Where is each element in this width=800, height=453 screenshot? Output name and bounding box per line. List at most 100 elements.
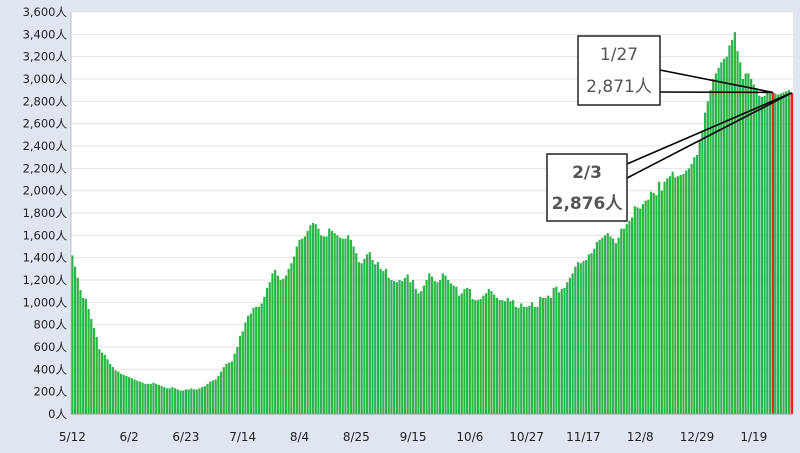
bar	[395, 282, 398, 414]
bar	[287, 268, 290, 414]
y-tick-label: 800人	[34, 318, 68, 332]
bar	[571, 273, 574, 414]
bar	[393, 281, 396, 414]
bar	[601, 237, 604, 414]
bar	[590, 253, 593, 414]
bar	[503, 301, 507, 414]
bar	[82, 297, 85, 414]
bar	[682, 173, 685, 414]
bar	[447, 280, 450, 414]
bar	[168, 388, 171, 414]
bar	[201, 387, 204, 414]
bar	[760, 96, 764, 415]
bar	[749, 79, 753, 414]
bar	[125, 376, 128, 414]
bar	[668, 176, 672, 414]
bar	[222, 367, 225, 414]
bar	[620, 228, 623, 414]
bar	[479, 298, 482, 414]
bar	[87, 309, 90, 414]
bar	[557, 292, 561, 414]
bar	[641, 204, 645, 414]
bar	[720, 62, 723, 414]
bar	[785, 91, 788, 414]
bar	[79, 290, 82, 414]
callout-2-3-date: 2/3	[572, 163, 602, 183]
x-tick-label: 11/17	[566, 430, 601, 444]
bar	[695, 154, 699, 414]
bar	[401, 281, 404, 414]
bar	[541, 297, 544, 414]
bar	[449, 283, 453, 414]
bar	[744, 73, 747, 415]
bar	[309, 225, 312, 414]
bar	[255, 306, 258, 414]
bar	[165, 388, 169, 414]
bar	[693, 157, 696, 415]
bar	[336, 235, 339, 414]
y-axis: 0人 200人 400人 600人 800人 1,000人 1,200人 1,400人 1,60…	[23, 5, 72, 421]
bar	[457, 295, 461, 414]
bar	[566, 282, 569, 414]
bar	[476, 300, 480, 414]
bar	[539, 296, 542, 414]
bar	[103, 354, 106, 414]
bar	[271, 273, 274, 414]
bar	[766, 92, 769, 415]
bar	[430, 276, 434, 414]
chart: 0人 200人 400人 600人 800人 1,000人 1,200人 1,400人 1,60…	[0, 0, 800, 453]
bar	[763, 95, 766, 414]
bar	[674, 177, 677, 414]
bar	[452, 285, 455, 414]
bar	[95, 336, 98, 414]
bar	[679, 175, 682, 414]
bar	[779, 93, 782, 415]
bar	[525, 306, 528, 414]
bar	[576, 262, 580, 414]
bar	[303, 236, 307, 414]
y-tick-label: 3,200人	[23, 50, 68, 64]
bar	[187, 389, 190, 414]
bar	[384, 268, 388, 414]
bar	[382, 271, 385, 414]
bar	[368, 252, 371, 414]
bar	[163, 387, 166, 414]
x-tick-label: 6/23	[172, 430, 199, 444]
bar	[466, 287, 469, 414]
bar	[777, 94, 780, 414]
bar	[73, 266, 77, 414]
bar	[490, 291, 493, 414]
bar	[520, 303, 523, 414]
bar	[241, 331, 244, 414]
bar	[436, 282, 439, 414]
bar	[190, 388, 193, 414]
bar	[666, 178, 669, 414]
bar	[514, 306, 517, 414]
bar	[609, 236, 612, 414]
x-tick-label: 5/12	[59, 430, 86, 444]
bar	[144, 383, 147, 414]
bar	[184, 389, 188, 414]
bar	[636, 207, 639, 414]
y-tick-label: 3,000人	[23, 72, 68, 86]
bar	[325, 236, 328, 414]
bar	[371, 259, 374, 414]
bar	[722, 58, 726, 415]
y-tick-label: 600人	[34, 340, 68, 354]
bar	[282, 278, 285, 414]
bar	[330, 230, 334, 414]
bar	[244, 322, 247, 414]
highlight-bar	[771, 92, 775, 415]
bar	[352, 246, 355, 414]
bar	[463, 288, 466, 414]
bar	[217, 376, 220, 414]
bar	[160, 386, 163, 414]
x-tick-label: 6/2	[119, 430, 138, 444]
bar	[685, 170, 688, 414]
bar	[752, 84, 755, 414]
bar	[360, 263, 363, 414]
bar	[357, 262, 361, 414]
bar	[512, 300, 515, 414]
x-tick-label: 7/14	[229, 430, 256, 444]
bar	[290, 263, 293, 414]
